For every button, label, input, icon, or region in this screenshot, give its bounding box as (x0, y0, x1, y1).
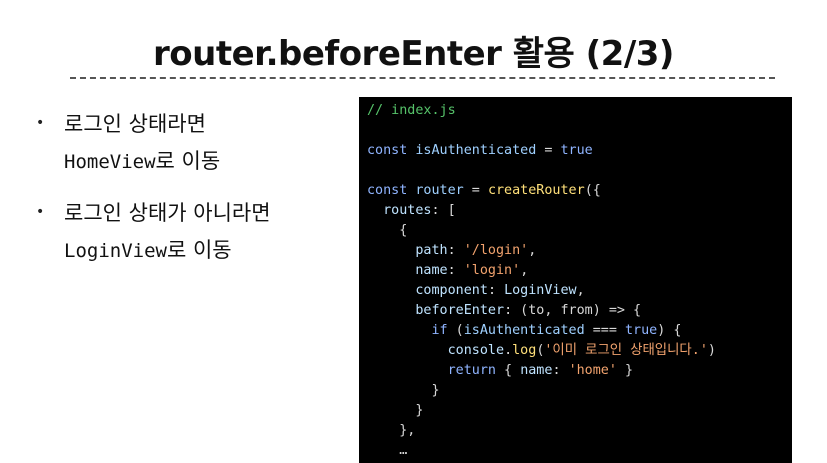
code-operator: === (584, 323, 625, 338)
code-key: beforeEnter (415, 303, 505, 318)
code-punct: { (399, 223, 408, 238)
bullet-item-home: • 로그인 상태라면 HomeView로 이동 (36, 106, 356, 181)
code-keyword: return (447, 363, 496, 378)
code-punct: ) { (657, 323, 682, 338)
dashed-divider (70, 77, 775, 79)
code-punct: ) (707, 343, 716, 358)
bullet-dot-icon: • (36, 115, 45, 131)
code-key: path (415, 243, 448, 258)
code-operator: = (536, 143, 561, 158)
code-punct: ({ (584, 183, 601, 198)
code-key: name (415, 263, 448, 278)
bullet-text: 로 이동 (155, 149, 221, 173)
code-boolean: true (625, 323, 658, 338)
code-comment: // index.js (367, 103, 456, 118)
code-function: log (512, 343, 537, 358)
code-keyword: if (431, 323, 448, 338)
code-ellipsis: … (399, 443, 408, 458)
code-boolean: true (560, 143, 593, 158)
inline-code: HomeView (64, 151, 156, 173)
code-operator: = (463, 183, 488, 198)
code-block: // index.js const isAuthenticated = true… (359, 97, 792, 463)
code-string: '이미 로그인 상태입니다.' (544, 343, 708, 358)
code-punct: { (496, 363, 521, 378)
code-key: component (415, 283, 488, 298)
code-identifier: console (447, 343, 505, 358)
code-string: 'login' (463, 263, 521, 278)
code-identifier: isAuthenticated (463, 323, 585, 338)
bullet-dot-icon: • (36, 204, 45, 220)
code-punct: ( (447, 323, 464, 338)
code-string: 'home' (568, 363, 617, 378)
code-keyword: const (367, 143, 408, 158)
code-punct: } (415, 403, 424, 418)
code-args: : (to, from) => { (504, 303, 642, 318)
bullet-item-login: • 로그인 상태가 아니라면 LoginView로 이동 (36, 195, 356, 270)
code-identifier: router (415, 183, 464, 198)
code-function: createRouter (487, 183, 585, 198)
code-string: '/login' (463, 243, 529, 258)
bullet-list: • 로그인 상태라면 HomeView로 이동 • 로그인 상태가 아니라면 L… (36, 106, 356, 284)
code-key: name (520, 363, 553, 378)
bullet-line: HomeView로 이동 (64, 143, 356, 181)
code-keyword: const (367, 183, 408, 198)
code-punct: : [ (431, 203, 456, 218)
code-value: LoginView (504, 283, 577, 298)
code-identifier: isAuthenticated (415, 143, 537, 158)
slide-title: router.beforeEnter 활용 (2/3) (153, 34, 674, 74)
inline-code: LoginView (64, 240, 167, 262)
bullet-line: LoginView로 이동 (64, 232, 356, 270)
code-content: // index.js const isAuthenticated = true… (367, 103, 716, 458)
bullet-line: 로그인 상태가 아니라면 (64, 201, 271, 225)
code-punct: } (431, 383, 440, 398)
bullet-text: 로 이동 (166, 238, 232, 262)
bullet-line: 로그인 상태라면 (64, 112, 206, 136)
code-punct: }, (399, 423, 416, 438)
code-punct: } (616, 363, 634, 378)
code-key: routes (383, 203, 432, 218)
